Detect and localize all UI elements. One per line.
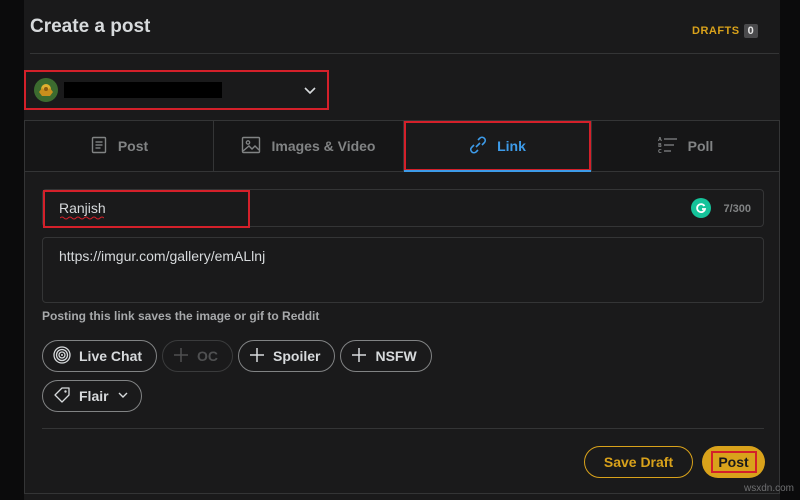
title-char-count: 7/300 [723,203,751,215]
drafts-count-badge: 0 [743,24,759,38]
plus-icon [351,347,367,366]
nsfw-button[interactable]: NSFW [340,340,432,372]
community-selector[interactable] [24,70,329,110]
document-icon [90,136,108,157]
plus-icon [249,347,265,366]
post-type-tabs: Post Images & Video Link A B C Poll [25,121,779,172]
tag-buttons-row: Live Chat OC Spoiler NSFW [42,340,432,372]
title-divider [30,53,779,54]
chevron-down-icon [117,388,129,404]
grammarly-icon[interactable] [691,198,711,218]
live-chat-label: Live Chat [79,348,143,364]
tag-icon [53,386,71,407]
live-chat-button[interactable]: Live Chat [42,340,158,372]
post-button-label: Post [710,451,757,473]
tab-post-label: Post [117,138,149,154]
tab-images-video[interactable]: Images & Video [214,121,404,171]
oc-label: OC [197,348,219,364]
watermark: wsxdn.com [743,483,794,494]
svg-text:C: C [658,149,662,154]
title-field[interactable]: 7/300 [42,189,764,228]
drafts-button[interactable]: DRAFTS 0 [692,24,759,38]
flair-label: Flair [79,388,109,404]
tab-link-label: Link [497,138,526,154]
poll-icon: A B C [658,136,678,157]
actions-divider [42,428,764,429]
title-input[interactable] [43,190,683,226]
plus-icon [173,347,189,366]
spoiler-label: Spoiler [273,348,321,364]
community-avatar [34,78,58,102]
flair-row: Flair [42,380,142,412]
post-button[interactable]: Post [702,446,765,478]
image-icon [241,136,261,157]
tab-poll[interactable]: A B C Poll [592,121,779,171]
tab-images-video-label: Images & Video [271,138,376,154]
live-chat-icon [53,345,71,367]
link-icon [469,135,487,158]
tab-poll-label: Poll [687,138,714,154]
nsfw-label: NSFW [375,348,417,364]
flair-button[interactable]: Flair [42,380,142,412]
drafts-label: DRAFTS [692,25,740,37]
post-editor-card: Post Images & Video Link A B C Poll Ranj… [24,120,780,494]
page-title: Create a post [30,16,151,37]
oc-button[interactable]: OC [162,340,234,372]
save-draft-button[interactable]: Save Draft [584,446,693,478]
community-name-redacted [64,82,222,98]
spoiler-button[interactable]: Spoiler [238,340,336,372]
tab-link[interactable]: Link [404,121,592,172]
link-helper-text: Posting this link saves the image or gif… [42,309,320,323]
url-input[interactable]: https://imgur.com/gallery/emALlnj [43,238,763,302]
chevron-down-icon[interactable] [303,83,317,102]
tab-post[interactable]: Post [25,121,214,171]
url-field[interactable]: https://imgur.com/gallery/emALlnj [42,237,764,303]
